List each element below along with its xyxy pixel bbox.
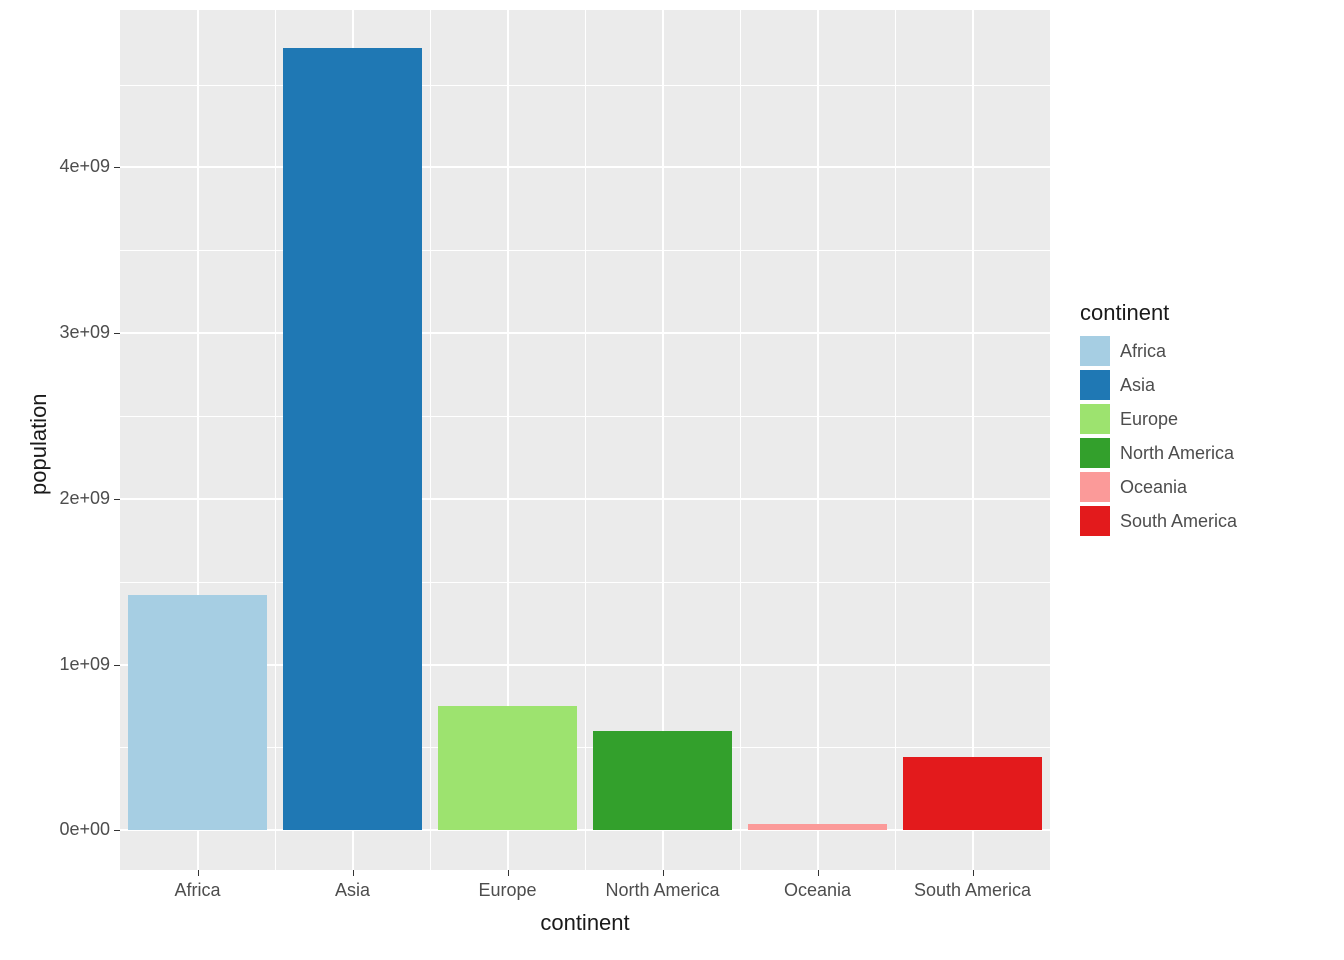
legend-title: continent bbox=[1080, 300, 1237, 326]
y-tick-label: 1e+09 bbox=[59, 654, 110, 675]
legend-swatch bbox=[1080, 404, 1110, 434]
legend-item: Oceania bbox=[1080, 470, 1237, 504]
legend-label: Oceania bbox=[1120, 477, 1187, 498]
gridline-vertical bbox=[972, 10, 974, 870]
legend-label: Europe bbox=[1120, 409, 1178, 430]
y-tick-mark bbox=[114, 499, 120, 500]
y-tick-mark bbox=[114, 830, 120, 831]
bar bbox=[593, 731, 733, 830]
x-tick-label: North America bbox=[605, 880, 719, 901]
y-tick-label: 4e+09 bbox=[59, 156, 110, 177]
legend-swatch bbox=[1080, 438, 1110, 468]
y-tick-mark bbox=[114, 333, 120, 334]
x-tick-mark bbox=[663, 870, 664, 876]
y-tick-label: 2e+09 bbox=[59, 488, 110, 509]
legend-label: Asia bbox=[1120, 375, 1155, 396]
gridline-vertical-minor bbox=[275, 10, 276, 870]
y-tick-mark bbox=[114, 665, 120, 666]
x-tick-mark bbox=[353, 870, 354, 876]
y-tick-label: 3e+09 bbox=[59, 322, 110, 343]
bar bbox=[438, 706, 578, 830]
legend-label: South America bbox=[1120, 511, 1237, 532]
chart-container: population continent continent Africa Asi… bbox=[0, 0, 1344, 960]
x-tick-mark bbox=[198, 870, 199, 876]
legend-item: Asia bbox=[1080, 368, 1237, 402]
legend-label: North America bbox=[1120, 443, 1234, 464]
x-tick-label: South America bbox=[914, 880, 1031, 901]
legend-item: Europe bbox=[1080, 402, 1237, 436]
bar bbox=[748, 824, 888, 831]
legend-label: Africa bbox=[1120, 341, 1166, 362]
legend-swatch bbox=[1080, 506, 1110, 536]
x-tick-label: Africa bbox=[174, 880, 220, 901]
legend-swatch bbox=[1080, 336, 1110, 366]
legend-swatch bbox=[1080, 472, 1110, 502]
gridline-vertical-minor bbox=[740, 10, 741, 870]
legend-swatch bbox=[1080, 370, 1110, 400]
x-tick-label: Oceania bbox=[784, 880, 851, 901]
y-tick-mark bbox=[114, 167, 120, 168]
legend: continent Africa Asia Europe North America O… bbox=[1080, 300, 1237, 538]
legend-item: North America bbox=[1080, 436, 1237, 470]
x-tick-mark bbox=[818, 870, 819, 876]
legend-item: South America bbox=[1080, 504, 1237, 538]
bar bbox=[128, 595, 268, 830]
y-tick-label: 0e+00 bbox=[59, 819, 110, 840]
gridline-vertical-minor bbox=[430, 10, 431, 870]
y-axis-title: population bbox=[26, 393, 52, 495]
x-tick-mark bbox=[973, 870, 974, 876]
plot-panel bbox=[120, 10, 1050, 870]
x-tick-mark bbox=[508, 870, 509, 876]
gridline-vertical-minor bbox=[585, 10, 586, 870]
bar bbox=[283, 48, 423, 830]
gridline-vertical bbox=[817, 10, 819, 870]
bar bbox=[903, 757, 1043, 830]
gridline-vertical-minor bbox=[895, 10, 896, 870]
x-tick-label: Europe bbox=[478, 880, 536, 901]
legend-item: Africa bbox=[1080, 334, 1237, 368]
x-axis-title: continent bbox=[540, 910, 629, 936]
x-tick-label: Asia bbox=[335, 880, 370, 901]
